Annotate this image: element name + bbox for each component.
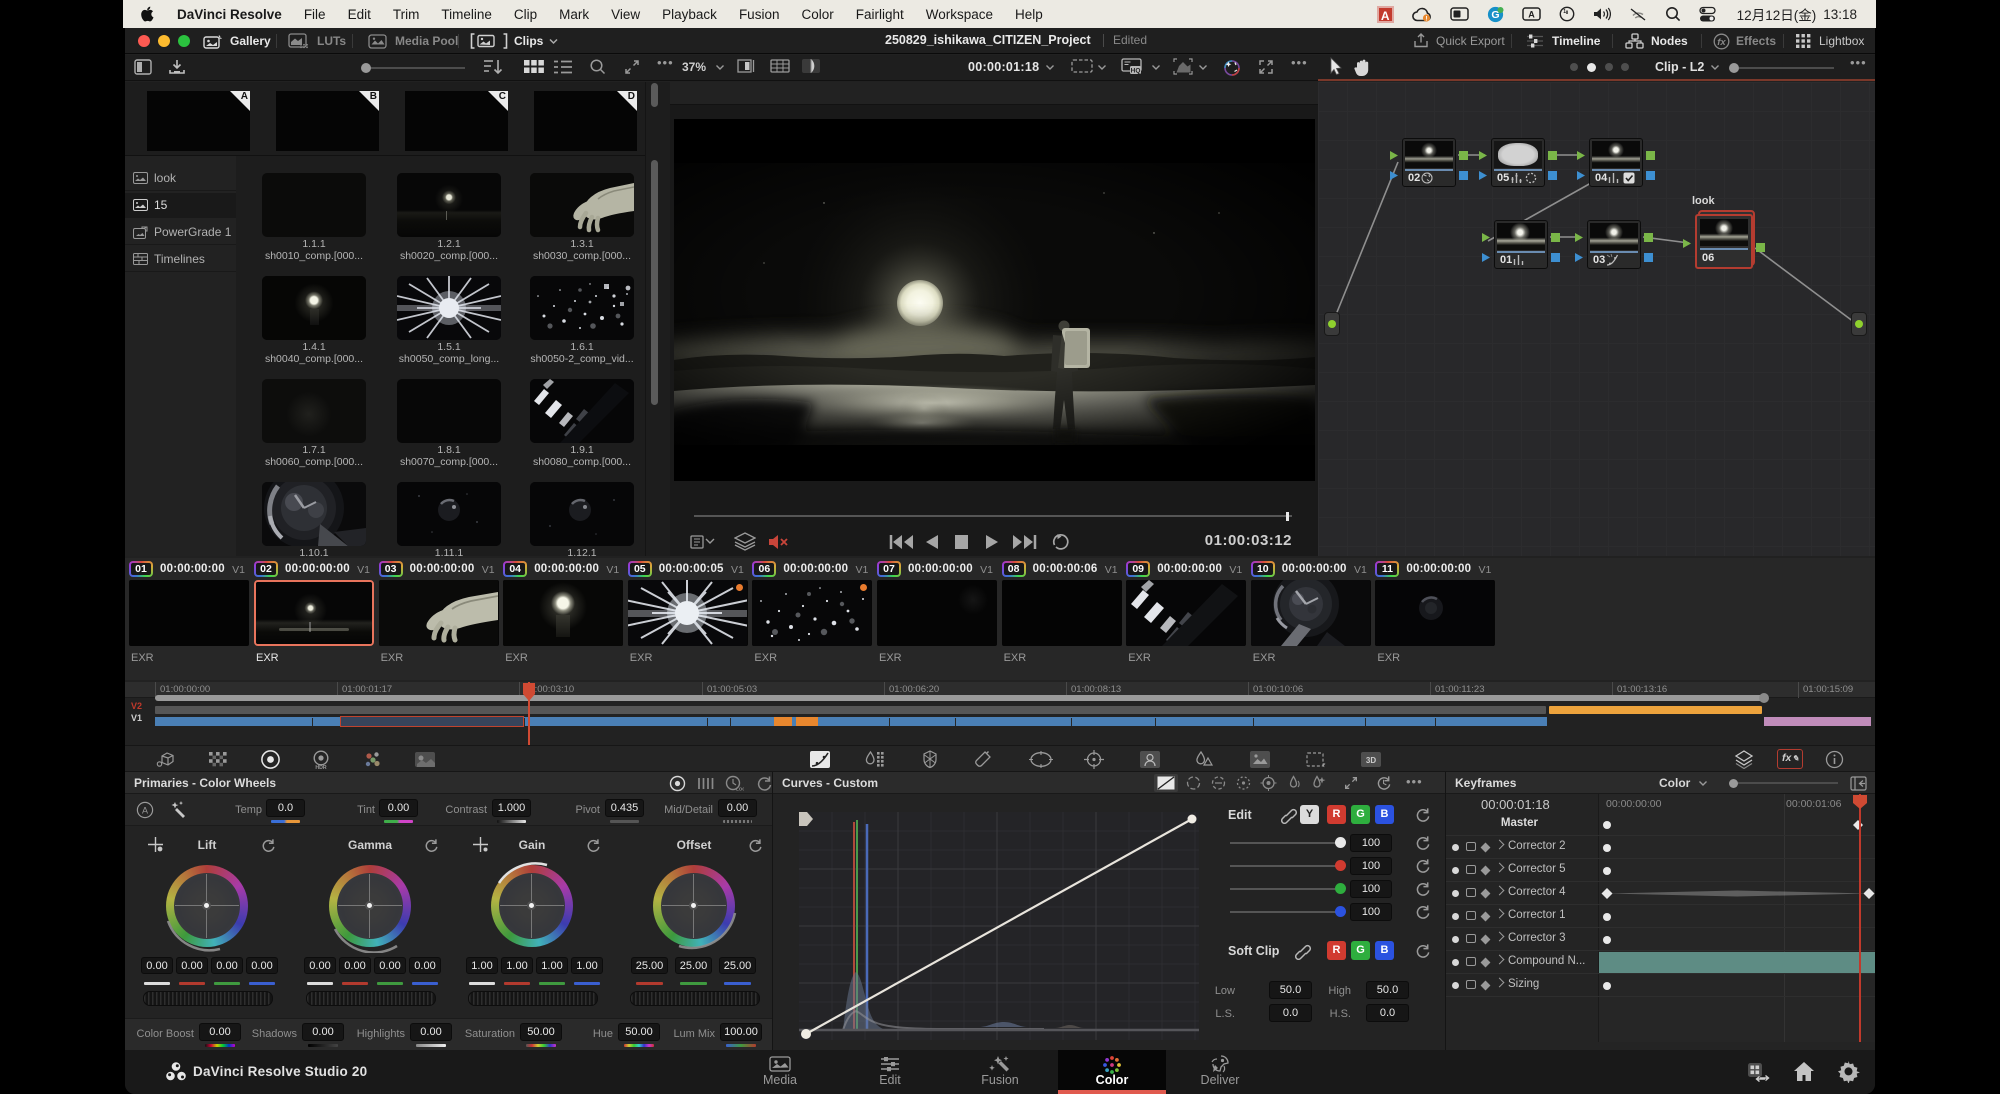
svg-text:3D: 3D [1366, 756, 1376, 765]
svg-text:fx: fx [1717, 37, 1726, 48]
svg-text:A: A [142, 806, 148, 816]
svg-text:HDR: HDR [315, 765, 326, 770]
svg-text:A: A [1528, 10, 1535, 20]
svg-text:LOG: LOG [736, 787, 744, 792]
svg-text:!: ! [1425, 15, 1427, 21]
svg-text:HQ: HQ [1131, 68, 1141, 75]
svg-text:1: 1 [1563, 9, 1566, 15]
